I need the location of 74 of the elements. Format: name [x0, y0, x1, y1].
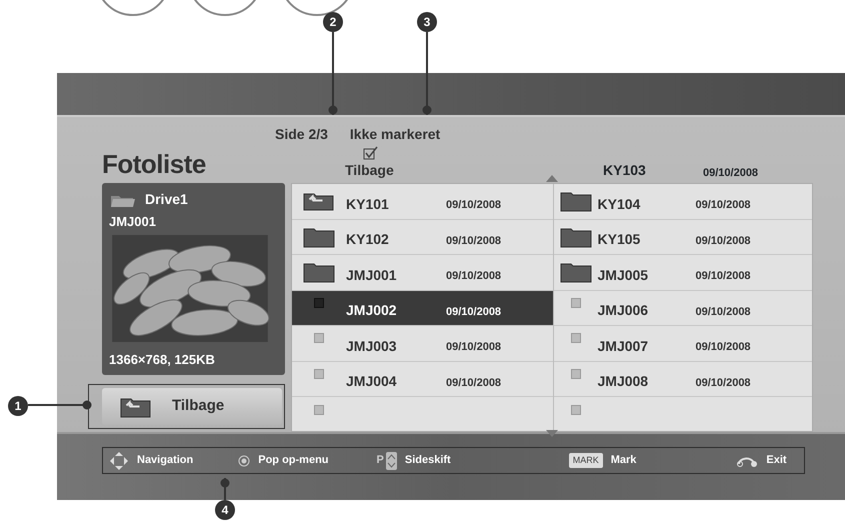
file-date: 09/10/2008	[446, 376, 502, 390]
column-label: Tilbage	[345, 161, 394, 180]
file-date: 09/10/2008	[446, 304, 502, 320]
callout-number: 2	[323, 12, 343, 32]
list-row[interactable]: JMJ008 09/10/2008	[554, 362, 812, 397]
callout-number: 3	[417, 12, 437, 32]
file-name: JMJ007	[598, 336, 650, 356]
list-row[interactable]: KY102 09/10/2008	[292, 220, 552, 255]
checkbox-icon	[314, 333, 324, 344]
list-row[interactable]: KY104 09/10/2008	[554, 184, 812, 220]
checkbox-icon	[314, 298, 324, 308]
folder-icon	[303, 226, 335, 248]
screen-title: Fotoliste	[102, 148, 207, 181]
file-name: JMJ006	[598, 301, 650, 320]
file-date: 09/10/2008	[696, 234, 751, 248]
file-date: 09/10/2008	[446, 234, 502, 248]
list-row[interactable]: JMJ005 09/10/2008	[554, 255, 812, 290]
leader-line	[220, 478, 230, 500]
folder-icon	[303, 261, 335, 284]
file-name: KY101	[346, 194, 390, 214]
file-name: JMJ003	[346, 336, 398, 356]
help-label: Navigation	[137, 453, 194, 468]
file-date: 09/10/2008	[446, 269, 502, 284]
list-row[interactable]: KY105 09/10/2008	[554, 220, 812, 255]
checkbox-icon	[570, 368, 580, 379]
scroll-down-icon	[546, 430, 558, 437]
file-date: 09/10/2008	[696, 340, 751, 355]
callout-number: 4	[215, 500, 235, 520]
page-indicator: Side 2/3	[275, 125, 328, 144]
drive-name: Drive1	[145, 190, 188, 209]
help-label: Sideskift	[404, 453, 451, 468]
list-row[interactable]: JMJ002 09/10/2008	[292, 290, 552, 326]
folder-icon	[560, 190, 592, 212]
checkbox-icon	[314, 404, 324, 415]
file-date: 09/10/2008	[703, 166, 758, 180]
file-date: 09/10/2008	[696, 304, 751, 320]
file-name: KY105	[598, 230, 642, 250]
file-date: 09/10/2008	[446, 198, 502, 213]
callout-number: 1	[8, 396, 28, 416]
file-name: KY102	[346, 230, 390, 250]
navigation-icon	[109, 450, 129, 470]
help-label: Pop op-menu	[258, 453, 329, 468]
image-info: 1366×768, 125KB	[109, 350, 216, 368]
checkbox-icon	[363, 146, 379, 160]
return-icon	[736, 454, 758, 466]
file-date: 09/10/2008	[696, 376, 751, 390]
file-name: JMJ004	[346, 372, 398, 392]
file-date: 09/10/2008	[696, 269, 751, 284]
file-name: JMJ001	[346, 266, 398, 285]
folder-icon	[560, 226, 592, 248]
list-row[interactable]: JMJ003 09/10/2008	[292, 326, 552, 362]
file-date: 09/10/2008	[446, 340, 502, 355]
file-name: KY104	[598, 194, 642, 214]
list-row[interactable]: JMJ006 09/10/2008	[554, 290, 812, 326]
checkbox-icon	[570, 404, 580, 415]
help-label: Exit	[766, 453, 787, 468]
back-button[interactable]: Tilbage	[102, 388, 282, 425]
folder-icon	[560, 261, 592, 284]
file-date: 09/10/2008	[696, 198, 751, 213]
mark-status: Ikke markeret	[350, 125, 440, 144]
list-row[interactable]: JMJ007 09/10/2008	[554, 326, 812, 362]
checkbox-icon	[570, 298, 580, 308]
list-row[interactable]: KY101 09/10/2008	[292, 184, 552, 220]
checkbox-icon	[314, 368, 324, 379]
checkbox-icon	[570, 333, 580, 344]
help-label: Mark	[610, 453, 636, 468]
file-name: JMJ002	[346, 301, 398, 320]
list-row[interactable]: JMJ004 09/10/2008	[292, 362, 552, 397]
button-icon	[238, 454, 250, 466]
file-name: KY103	[603, 161, 647, 180]
file-name: JMJ008	[598, 372, 650, 392]
file-name: JMJ001	[109, 213, 157, 231]
mark-key: MARK	[568, 452, 603, 468]
file-name: JMJ005	[598, 266, 650, 285]
